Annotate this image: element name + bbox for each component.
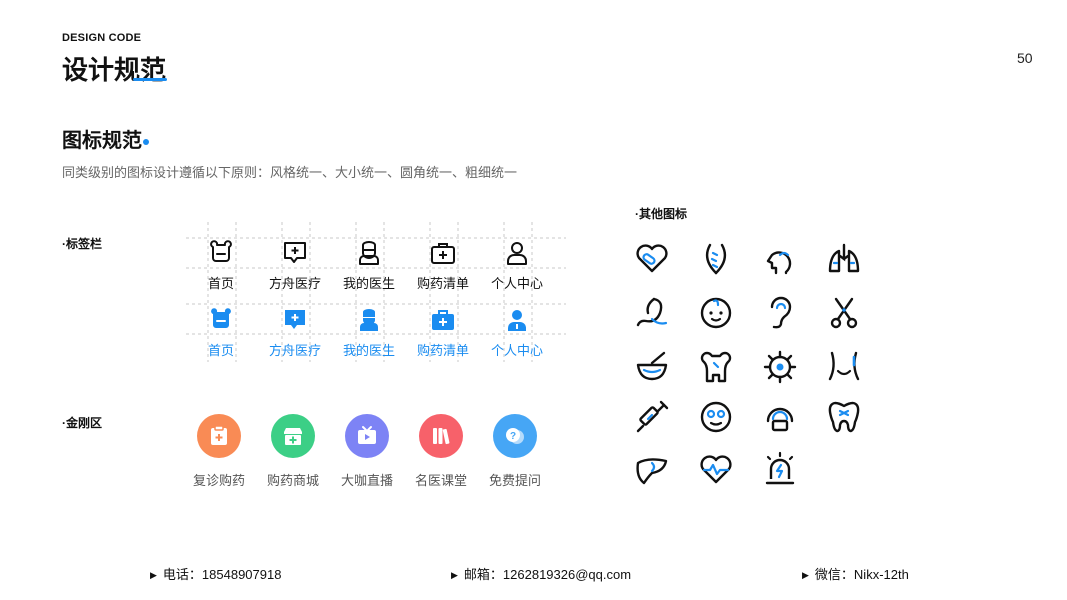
- alarm-light-icon: [765, 451, 795, 485]
- tab-doctor[interactable]: 我的医生: [334, 240, 404, 292]
- broken-heart-bandage-icon: [636, 244, 668, 273]
- books-icon: [433, 428, 450, 445]
- kk-expert-live[interactable]: 大咖直播: [330, 414, 404, 489]
- kingkong-label: ·金刚区: [62, 416, 102, 430]
- question-chat-icon: ?: [506, 428, 524, 444]
- tab-label: 个人中心: [490, 276, 543, 291]
- mortar-pestle-icon: [636, 351, 668, 381]
- syringe-icon: [636, 400, 669, 433]
- other-icons-label: ·其他图标: [635, 207, 687, 221]
- tab-home-active[interactable]: 首页: [186, 307, 256, 359]
- tab-profile-active[interactable]: 个人中心: [482, 307, 552, 359]
- triangle-bullet-icon: ▶: [802, 570, 809, 580]
- kk-label: 复诊购药: [192, 473, 245, 488]
- tab-medicine-list[interactable]: 购药清单: [408, 240, 478, 292]
- tab-home[interactable]: 首页: [186, 240, 256, 292]
- page-number: 50: [1017, 50, 1033, 66]
- tab-label: 购药清单: [416, 343, 469, 358]
- kk-free-question[interactable]: ? 免费提问: [478, 414, 552, 489]
- head-scan-icon: [766, 407, 794, 432]
- footer-phone: ▶ 电话：18548907918: [150, 564, 281, 583]
- live-tv-icon: [358, 426, 376, 444]
- kk-famous-doctor-class[interactable]: 名医课堂: [404, 414, 478, 489]
- medicine-bag-icon: [432, 310, 454, 330]
- body-waist-icon: [828, 351, 860, 381]
- face-mask-icon: [700, 401, 732, 433]
- tab-doctor-active[interactable]: 我的医生: [334, 307, 404, 359]
- tab-label: 我的医生: [342, 276, 395, 291]
- kk-label: 名医课堂: [414, 473, 467, 488]
- kk-medicine-mall[interactable]: 购药商城: [256, 414, 330, 489]
- kk-icon-circle: [271, 414, 315, 458]
- title-underline: [133, 78, 167, 81]
- ear-icon: [770, 296, 792, 329]
- eyebrow-text: DESIGN CODE: [62, 32, 142, 44]
- kk-icon-circle: [345, 414, 389, 458]
- person-icon: [508, 310, 526, 331]
- head-profile-icon: [766, 251, 792, 275]
- baby-face-icon: [700, 297, 732, 329]
- section-title-dot: [143, 139, 149, 145]
- footer-email: ▶ 邮箱：1262819326@qq.com: [451, 564, 631, 583]
- page-title: 设计规范: [62, 55, 167, 85]
- tab-profile[interactable]: 个人中心: [482, 240, 552, 292]
- liver-icon: [636, 458, 668, 485]
- tab-label: 首页: [207, 343, 234, 358]
- tabbar-label: ·标签栏: [62, 237, 102, 251]
- chat-plus-icon: [285, 310, 305, 329]
- lungs-icon: [828, 243, 860, 273]
- tab-label: 个人中心: [490, 343, 543, 358]
- doctor-icon: [359, 241, 379, 265]
- bone-icon: [700, 351, 732, 383]
- spine-icon: [705, 243, 727, 275]
- section-subtitle: 同类级别的图标设计遵循以下原则：风格统一、大小统一、圆角统一、粗细统一: [62, 165, 518, 180]
- kk-icon-circle: ?: [493, 414, 537, 458]
- kk-revisit-medicine[interactable]: 复诊购药: [182, 414, 256, 489]
- kk-label: 购药商城: [266, 473, 319, 488]
- person-icon: [507, 242, 527, 265]
- scissors-icon: [830, 297, 858, 329]
- kk-label: 免费提问: [488, 473, 541, 488]
- svg-text:?: ?: [510, 431, 516, 442]
- tab-fangzhou-active[interactable]: 方舟医疗: [260, 307, 330, 359]
- bear-face-icon: [211, 308, 231, 328]
- kk-label: 大咖直播: [340, 473, 393, 488]
- stomach-icon: [636, 297, 668, 327]
- tab-label: 方舟医疗: [268, 276, 321, 291]
- medicine-bag-icon: [431, 243, 455, 264]
- triangle-bullet-icon: ▶: [451, 570, 458, 580]
- virus-icon: [763, 350, 797, 384]
- clipboard-plus-icon: [211, 425, 227, 445]
- tab-fangzhou[interactable]: 方舟医疗: [260, 240, 330, 292]
- kk-icon-circle: [197, 414, 241, 458]
- heart-pulse-icon: [700, 455, 732, 484]
- bear-face-icon: [210, 240, 232, 262]
- shop-plus-icon: [284, 428, 302, 445]
- footer-wechat-text: 微信：Nikx-12th: [814, 567, 909, 582]
- doctor-icon: [360, 309, 378, 331]
- footer-wechat: ▶ 微信：Nikx-12th: [802, 564, 909, 583]
- section-title: 图标规范: [62, 130, 142, 152]
- footer-email-text: 邮箱：1262819326@qq.com: [463, 567, 632, 582]
- tab-label: 购药清单: [416, 276, 469, 291]
- tab-label: 我的医生: [342, 343, 395, 358]
- triangle-bullet-icon: ▶: [150, 570, 157, 580]
- tab-label: 方舟医疗: [268, 343, 321, 358]
- tooth-icon: [828, 401, 860, 433]
- kk-icon-circle: [419, 414, 463, 458]
- tab-label: 首页: [207, 276, 234, 291]
- footer-phone-text: 电话：18548907918: [162, 567, 282, 582]
- tab-medicine-list-active[interactable]: 购药清单: [408, 307, 478, 359]
- chat-plus-icon: [284, 242, 306, 263]
